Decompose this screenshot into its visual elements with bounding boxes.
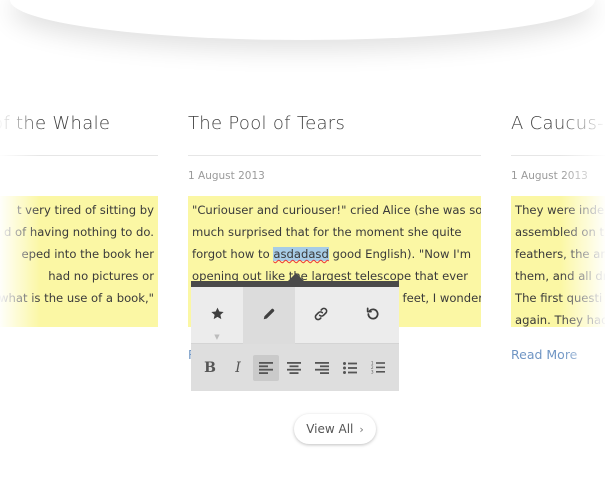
excerpt-line: what is the use of a book,": [0, 291, 154, 305]
toolbar-pointer: [288, 273, 304, 281]
excerpt-line: feathers, the an: [515, 247, 605, 261]
view-all-label: View All: [306, 422, 354, 436]
card-excerpt: t very tired of sitting by d of having n…: [0, 196, 158, 327]
toolbar-format-row: B I 123: [191, 344, 399, 391]
pencil-icon: [262, 306, 276, 325]
excerpt-line: assembled on th: [515, 225, 605, 239]
align-center-button[interactable]: [281, 355, 307, 381]
article-card-left: of the Whale t very tired of sitting by …: [0, 110, 158, 327]
text-segment: good English). "Now I'm: [328, 247, 472, 261]
link-button[interactable]: [295, 287, 347, 344]
excerpt-line: again. They had: [515, 313, 605, 327]
bold-button[interactable]: B: [197, 355, 223, 381]
card-date: 1 August 2013: [188, 170, 265, 182]
card-excerpt: They were inde assembled on th feathers,…: [511, 196, 605, 327]
editor-toolbar: ▼ B I 1 2 3: [191, 273, 399, 391]
numbered-list-icon: 123: [371, 361, 385, 374]
card-title[interactable]: A Caucus-: [511, 110, 605, 138]
card-title[interactable]: The Pool of Tears: [188, 110, 481, 138]
caret-down-icon: ▼: [214, 333, 220, 341]
divider: [511, 155, 605, 156]
excerpt-line: had no pictures or: [48, 269, 154, 283]
card-date: [0, 169, 158, 183]
style-button[interactable]: ▼: [191, 287, 243, 344]
divider: [188, 155, 481, 156]
undo-icon: [365, 306, 381, 326]
excerpt-line: d of having nothing to do.: [3, 225, 154, 239]
excerpt-line: t very tired of sitting by: [16, 203, 154, 217]
card-title[interactable]: of the Whale: [0, 110, 158, 138]
divider: [0, 155, 158, 156]
svg-text:3: 3: [371, 369, 374, 374]
excerpt-line: much surprised that for the moment she q…: [192, 225, 462, 239]
align-center-icon: [287, 361, 301, 374]
excerpt-line: They were inde: [515, 203, 605, 217]
text-segment: forgot how to: [192, 247, 274, 261]
italic-button[interactable]: I: [225, 355, 251, 381]
article-card-right: A Caucus- 1 August 2013 They were inde a…: [511, 110, 605, 362]
edit-button[interactable]: [243, 287, 295, 344]
excerpt-line: eped into the book her: [21, 247, 154, 261]
chevron-right-icon: ›: [359, 422, 364, 436]
card-date: 1 August 2013: [511, 170, 588, 182]
text-segment: feet, I wonder: [402, 291, 481, 305]
selected-misspelled-word[interactable]: asdadasd: [273, 247, 329, 261]
excerpt-line: forgot how to asdadasd good English). "N…: [192, 243, 477, 265]
excerpt-line: them, and all dr: [515, 269, 605, 283]
bullet-list-icon: [343, 361, 357, 374]
bullet-list-button[interactable]: [337, 355, 363, 381]
star-icon: [210, 306, 225, 325]
excerpt-line: The first questi: [515, 291, 603, 305]
align-left-button[interactable]: [253, 354, 279, 381]
view-all-button[interactable]: View All ›: [294, 414, 376, 444]
toolbar-main-row: ▼: [191, 287, 399, 344]
align-left-icon: [259, 361, 273, 374]
header-shadow: [10, 0, 595, 40]
undo-button[interactable]: [347, 287, 399, 344]
read-more-link[interactable]: Read More: [511, 347, 605, 362]
excerpt-line: "Curiouser and curiouser!" cried Alice (…: [192, 203, 481, 217]
align-right-button[interactable]: [309, 355, 335, 381]
align-right-icon: [315, 361, 329, 374]
link-icon: [313, 306, 329, 326]
numbered-list-button[interactable]: 123: [365, 355, 391, 381]
